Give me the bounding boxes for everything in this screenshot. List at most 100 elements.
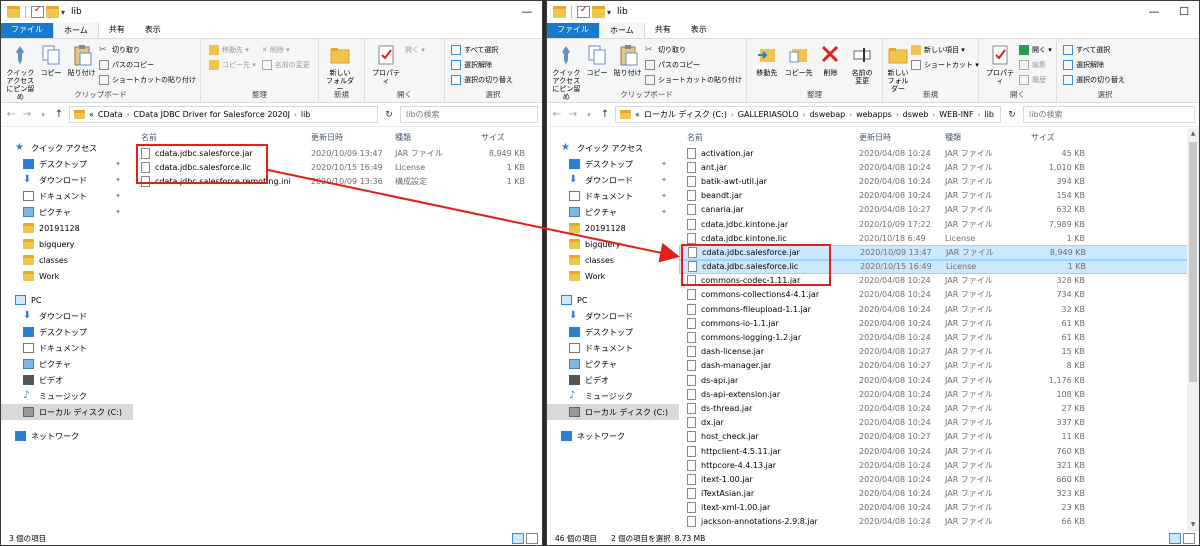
edit-button[interactable]: 編集 — [1019, 58, 1052, 71]
customize-toolbar-chevron-icon[interactable]: ▾ — [61, 8, 65, 17]
details-view-icon[interactable] — [1169, 533, 1181, 544]
file-row[interactable]: commons-collections4-4.1.jar 2020/04/08 1… — [679, 288, 1199, 302]
nav-quick-access[interactable]: ★ クイック アクセス — [547, 140, 679, 156]
tab-share[interactable]: 共有 — [645, 22, 681, 38]
file-row[interactable]: commons-io-1.1.jar 2020/04/08 10:24 JAR ファ… — [679, 316, 1199, 330]
file-row[interactable]: activation.jar 2020/04/08 10:24 JAR ファイル 45… — [679, 146, 1199, 160]
scrollbar-thumb[interactable] — [1189, 142, 1197, 382]
tab-view[interactable]: 表示 — [681, 22, 717, 38]
file-row[interactable]: itext-1.00.jar 2020/04/08 10:24 JAR ファイル 66… — [679, 472, 1199, 486]
file-row[interactable]: dash-license.jar 2020/04/08 10:27 JAR ファイル… — [679, 345, 1199, 359]
minimize-button[interactable]: — — [1139, 1, 1169, 23]
open-button[interactable]: 開く ▾ — [1019, 43, 1052, 56]
nav-folder[interactable]: Work — [1, 268, 133, 284]
nav-local-disk[interactable]: ローカル ディスク (C:) — [1, 404, 133, 420]
paste-shortcut-button[interactable]: ショートカットの貼り付け — [645, 73, 742, 86]
chevron-right-icon[interactable]: › — [127, 111, 130, 119]
cut-button[interactable]: ✂ 切り取り — [99, 43, 196, 56]
scroll-up-icon[interactable]: ▲ — [1187, 128, 1199, 140]
tab-home[interactable]: ホーム — [53, 22, 99, 38]
file-row[interactable]: cdata.jdbc.salesforce.jar 2020/10/09 13:4… — [133, 146, 542, 160]
search-input[interactable]: libの検索 — [1023, 106, 1195, 123]
nav-downloads[interactable]: ⬇ ダウンロード — [547, 308, 679, 324]
forward-arrow-icon[interactable]: → — [21, 109, 33, 120]
tab-view[interactable]: 表示 — [135, 22, 171, 38]
copy-path-button[interactable]: パスのコピー — [645, 58, 742, 71]
tab-home[interactable]: ホーム — [599, 22, 645, 38]
select-none-button[interactable]: 選択解除 — [451, 58, 513, 71]
customize-toolbar-chevron-icon[interactable]: ▾ — [607, 8, 611, 17]
chevron-right-icon[interactable]: › — [932, 111, 935, 119]
paste-shortcut-button[interactable]: ショートカットの貼り付け — [99, 73, 196, 86]
forward-arrow-icon[interactable]: → — [567, 109, 579, 120]
nav-pc[interactable]: PC — [547, 292, 679, 308]
file-row[interactable]: iTextAsian.jar 2020/04/08 10:24 JAR ファイル 32… — [679, 487, 1199, 501]
breadcrumb-item[interactable]: lib — [984, 110, 994, 119]
breadcrumb-overflow[interactable]: « — [635, 110, 640, 119]
back-arrow-icon[interactable]: ← — [551, 109, 563, 120]
nav-local-disk[interactable]: ローカル ディスク (C:) — [547, 404, 679, 420]
rename-button[interactable]: 名前の変更 — [261, 58, 310, 71]
file-row[interactable]: cdata.jdbc.salesforce.lic 2020/10/15 16:4… — [679, 259, 1199, 274]
delete-button[interactable]: ✕ 削除 ▾ — [262, 43, 310, 56]
scroll-down-icon[interactable]: ▼ — [1187, 519, 1199, 531]
select-all-button[interactable]: すべて選択 — [1063, 43, 1125, 56]
file-row[interactable]: commons-codec-1.11.jar 2020/04/08 10:24 JA… — [679, 274, 1199, 288]
new-folder-icon[interactable] — [46, 6, 59, 18]
file-row[interactable]: host_check.jar 2020/04/08 10:27 JAR ファイル 11… — [679, 430, 1199, 444]
column-date[interactable]: 更新日時 — [311, 132, 395, 143]
file-row[interactable]: jackson-annotations-2.9.8.jar 2020/04/08 … — [679, 515, 1199, 529]
nav-documents[interactable]: ドキュメント ✦ — [547, 188, 679, 204]
nav-pictures[interactable]: ピクチャ ✦ — [547, 204, 679, 220]
breadcrumb-item[interactable]: WEB-INF — [939, 110, 973, 119]
select-none-button[interactable]: 選択解除 — [1063, 58, 1125, 71]
breadcrumb-item[interactable]: dswebap — [809, 110, 845, 119]
file-row[interactable]: itext-xml-1.00.jar 2020/04/08 10:24 JAR ファ… — [679, 501, 1199, 515]
nav-documents[interactable]: ドキュメント — [547, 340, 679, 356]
chevron-right-icon[interactable]: › — [978, 111, 981, 119]
up-arrow-icon[interactable]: ↑ — [599, 109, 611, 120]
breadcrumb-item[interactable]: lib — [301, 110, 311, 119]
file-row[interactable]: dash-manager.jar 2020/04/08 10:27 JAR ファイル… — [679, 359, 1199, 373]
nav-desktop[interactable]: デスクトップ — [547, 324, 679, 340]
file-row[interactable]: ds-api-extension.jar 2020/04/08 10:24 JAR … — [679, 387, 1199, 401]
column-size[interactable]: サイズ — [1025, 132, 1085, 143]
nav-folder[interactable]: classes — [547, 252, 679, 268]
vertical-scrollbar[interactable]: ▲ ▼ — [1187, 128, 1199, 531]
chevron-right-icon[interactable]: › — [731, 111, 734, 119]
nav-downloads[interactable]: ⬇ ダウンロード ✦ — [547, 172, 679, 188]
nav-music[interactable]: ♪ ミュージック — [1, 388, 133, 404]
breadcrumb-item[interactable]: webapps — [856, 110, 892, 119]
nav-folder[interactable]: Work — [547, 268, 679, 284]
new-folder-icon[interactable] — [592, 6, 605, 18]
recent-chevron-icon[interactable]: ▾ — [583, 111, 595, 119]
tab-share[interactable]: 共有 — [99, 22, 135, 38]
new-item-button[interactable]: 新しい項目 ▾ — [911, 43, 979, 56]
column-name[interactable]: 名前 — [133, 132, 311, 143]
nav-videos[interactable]: ビデオ — [1, 372, 133, 388]
nav-folder[interactable]: bigquery — [1, 236, 133, 252]
file-row[interactable]: httpcore-4.4.13.jar 2020/04/08 10:24 JAR フ… — [679, 458, 1199, 472]
nav-desktop[interactable]: デスクトップ ✦ — [547, 156, 679, 172]
file-row[interactable]: commons-fileupload-1.1.jar 2020/04/08 10:… — [679, 302, 1199, 316]
file-row[interactable]: ds-api.jar 2020/04/08 10:24 JAR ファイル 1,176 … — [679, 373, 1199, 387]
details-view-icon[interactable] — [512, 533, 524, 544]
chevron-right-icon[interactable]: › — [896, 111, 899, 119]
refresh-icon[interactable]: ↻ — [382, 110, 396, 120]
file-row[interactable]: ds-thread.jar 2020/04/08 10:24 JAR ファイル 27 … — [679, 401, 1199, 415]
file-row[interactable]: cdata.jdbc.kintone.lic 2020/10/18 6:49 Lic… — [679, 231, 1199, 245]
history-button[interactable]: 履歴 — [1019, 73, 1052, 86]
nav-desktop[interactable]: デスクトップ — [1, 324, 133, 340]
column-name[interactable]: 名前 — [679, 132, 859, 143]
column-date[interactable]: 更新日時 — [859, 132, 945, 143]
column-size[interactable]: サイズ — [475, 132, 525, 143]
nav-downloads[interactable]: ⬇ ダウンロード — [1, 308, 133, 324]
open-button[interactable]: 開く ▾ — [405, 43, 425, 56]
recent-chevron-icon[interactable]: ▾ — [37, 111, 49, 119]
minimize-button[interactable]: — — [512, 1, 542, 23]
nav-network[interactable]: ネットワーク — [1, 428, 133, 444]
nav-network[interactable]: ネットワーク — [547, 428, 679, 444]
column-type[interactable]: 種類 — [945, 132, 1025, 143]
easy-access-button[interactable]: ショートカット ▾ — [911, 58, 979, 71]
large-icons-view-icon[interactable] — [526, 533, 538, 544]
